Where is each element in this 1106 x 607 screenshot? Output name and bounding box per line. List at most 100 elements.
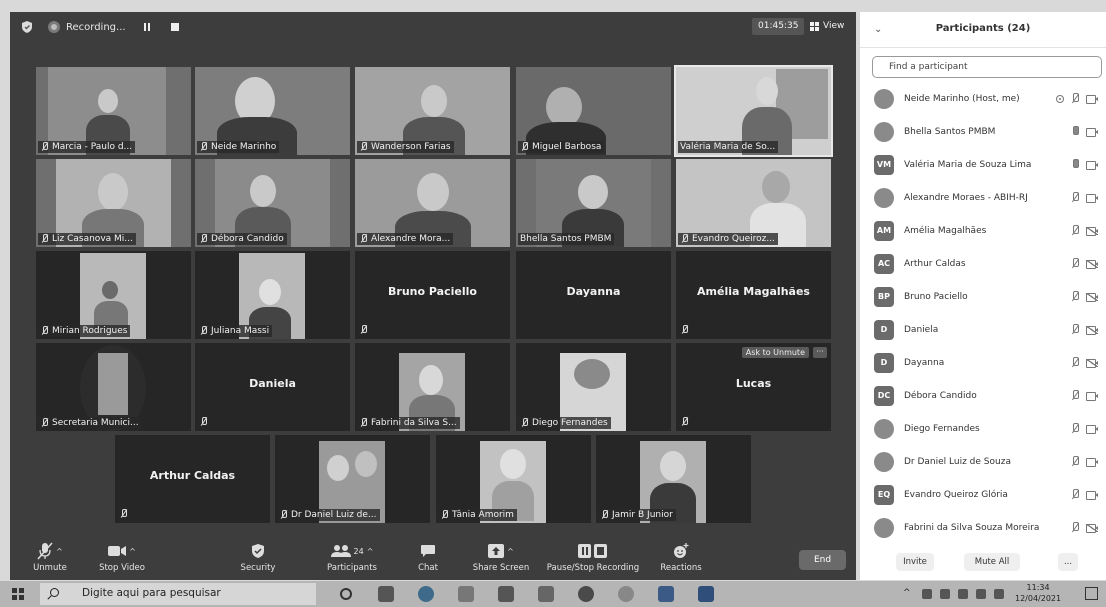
mic-icon[interactable] xyxy=(1070,126,1080,137)
participant-row[interactable]: EQ Evandro Queiroz Glória xyxy=(860,478,1106,511)
video-tile[interactable]: Juliana Massi xyxy=(195,251,350,339)
chrome-icon[interactable] xyxy=(618,586,634,602)
chevron-up-icon[interactable]: ^ xyxy=(56,547,63,556)
muted-mic-icon[interactable] xyxy=(1070,258,1080,269)
video-camera-icon[interactable] xyxy=(1086,490,1098,500)
video-tile[interactable]: Miguel Barbosa xyxy=(516,67,671,155)
store-icon[interactable] xyxy=(498,586,514,602)
muted-mic-icon[interactable] xyxy=(1070,93,1080,104)
participant-row[interactable]: AC Arthur Caldas xyxy=(860,247,1106,280)
video-off-icon[interactable] xyxy=(1086,226,1098,236)
video-tile[interactable]: Evandro Queiroz... xyxy=(676,159,831,247)
chevron-up-icon[interactable]: ^ xyxy=(367,547,374,556)
video-off-icon[interactable] xyxy=(1086,358,1098,368)
video-tile[interactable]: Débora Candido xyxy=(195,159,350,247)
share-screen-button[interactable]: ^ Share Screen xyxy=(466,540,536,580)
taskbar-search-box[interactable]: Digite aqui para pesquisar xyxy=(40,583,316,605)
video-tile[interactable]: Mirian Rodrigues xyxy=(36,251,191,339)
video-camera-icon[interactable] xyxy=(1086,391,1098,401)
name-only-tile[interactable]: Bruno Paciello xyxy=(355,251,510,339)
muted-mic-icon[interactable] xyxy=(1070,225,1080,236)
mic-icon[interactable] xyxy=(1070,159,1080,170)
name-only-tile[interactable]: Ask to Unmute ··· Lucas xyxy=(676,343,831,431)
task-view-icon[interactable] xyxy=(378,586,394,602)
battery-icon[interactable] xyxy=(976,589,986,599)
ask-to-unmute-button[interactable]: Ask to Unmute xyxy=(741,347,809,358)
cortana-icon[interactable] xyxy=(340,588,352,600)
video-tile[interactable]: Jamir B Junior xyxy=(596,435,751,523)
video-tile[interactable]: Fabrini da Silva S... xyxy=(355,343,510,431)
notification-center-icon[interactable] xyxy=(1085,587,1098,600)
chat-button[interactable]: Chat xyxy=(408,540,448,580)
participant-row[interactable]: AM Amélia Magalhães xyxy=(860,214,1106,247)
windows-start-icon[interactable] xyxy=(12,588,24,600)
participant-row[interactable]: VM Valéria Maria de Souza Lima xyxy=(860,148,1106,181)
participant-row[interactable]: D Daniela xyxy=(860,313,1106,346)
video-tile[interactable]: Alexandre Mora... xyxy=(355,159,510,247)
more-options-button[interactable]: ... xyxy=(1058,553,1078,571)
speaker-icon[interactable] xyxy=(994,589,1004,599)
muted-mic-icon[interactable] xyxy=(1070,423,1080,434)
invite-button[interactable]: Invite xyxy=(896,553,934,571)
word-icon[interactable] xyxy=(698,586,714,602)
edge-browser-icon[interactable] xyxy=(418,586,434,602)
muted-mic-icon[interactable] xyxy=(1070,456,1080,467)
video-tile[interactable]: Liz Casanova Mi... xyxy=(36,159,191,247)
network-icon[interactable] xyxy=(958,589,968,599)
video-camera-icon[interactable] xyxy=(1086,127,1098,137)
video-tile[interactable]: Bhella Santos PMBM xyxy=(516,159,671,247)
participant-row[interactable]: Fabrini da Silva Souza Moreira xyxy=(860,511,1106,544)
participant-search-input[interactable]: Find a participant xyxy=(872,56,1102,78)
system-clock[interactable]: 11:34 12/04/2021 xyxy=(1015,582,1061,604)
video-off-icon[interactable] xyxy=(1086,325,1098,335)
security-button[interactable]: Security xyxy=(235,540,281,580)
name-only-tile[interactable]: Arthur Caldas xyxy=(115,435,270,523)
muted-mic-icon[interactable] xyxy=(1070,291,1080,302)
participant-row[interactable]: Diego Fernandes xyxy=(860,412,1106,445)
pause-stop-recording-button[interactable]: Pause/Stop Recording xyxy=(544,540,642,580)
muted-mic-icon[interactable] xyxy=(1070,522,1080,533)
participant-row[interactable]: Dr Daniel Luiz de Souza xyxy=(860,445,1106,478)
video-camera-icon[interactable] xyxy=(1086,94,1098,104)
video-tile[interactable]: Diego Fernandes xyxy=(516,343,671,431)
chevron-up-icon[interactable]: ^ xyxy=(507,547,514,556)
participant-row[interactable]: DC Débora Candido xyxy=(860,379,1106,412)
muted-mic-icon[interactable] xyxy=(1070,390,1080,401)
mail-icon[interactable] xyxy=(458,586,474,602)
bluetooth-icon[interactable] xyxy=(940,589,950,599)
end-meeting-button[interactable]: End xyxy=(799,550,846,570)
name-only-tile[interactable]: Dayanna xyxy=(516,251,671,339)
zoom-app-icon[interactable] xyxy=(658,586,674,602)
mute-all-button[interactable]: Mute All xyxy=(964,553,1020,571)
participants-button[interactable]: 24 ^ Participants xyxy=(312,540,392,580)
muted-mic-icon[interactable] xyxy=(1070,324,1080,335)
muted-mic-icon[interactable] xyxy=(1070,357,1080,368)
video-camera-icon[interactable] xyxy=(1086,193,1098,203)
video-camera-icon[interactable] xyxy=(1086,424,1098,434)
participant-row[interactable]: Alexandre Moraes - ABIH-RJ xyxy=(860,181,1106,214)
participant-row[interactable]: D Dayanna xyxy=(860,346,1106,379)
video-tile[interactable]: Secretaria Munici... xyxy=(36,343,191,431)
video-off-icon[interactable] xyxy=(1086,259,1098,269)
tile-more-button[interactable]: ··· xyxy=(813,347,827,358)
muted-mic-icon[interactable] xyxy=(1070,192,1080,203)
chevron-up-icon[interactable]: ^ xyxy=(903,588,911,598)
chevron-up-icon[interactable]: ^ xyxy=(129,547,136,556)
stop-video-button[interactable]: ^ Stop Video xyxy=(92,540,152,580)
video-tile[interactable]: Wanderson Farias xyxy=(355,67,510,155)
video-tile[interactable]: Tânia Amorim xyxy=(436,435,591,523)
video-off-icon[interactable] xyxy=(1086,523,1098,533)
participant-row[interactable]: Neide Marinho (Host, me) xyxy=(860,82,1106,115)
participant-row[interactable]: BP Bruno Paciello xyxy=(860,280,1106,313)
video-tile[interactable]: Dr Daniel Luiz de... xyxy=(275,435,430,523)
name-only-tile[interactable]: Amélia Magalhães xyxy=(676,251,831,339)
name-only-tile[interactable]: Daniela xyxy=(195,343,350,431)
video-tile[interactable]: Neide Marinho xyxy=(195,67,350,155)
participant-row[interactable]: Bhella Santos PMBM xyxy=(860,115,1106,148)
video-tile-active-speaker[interactable]: Valéria Maria de So... xyxy=(674,65,833,157)
video-tile[interactable]: Marcia - Paulo d... xyxy=(36,67,191,155)
video-camera-icon[interactable] xyxy=(1086,457,1098,467)
firefox-icon[interactable] xyxy=(578,586,594,602)
onedrive-icon[interactable] xyxy=(922,589,932,599)
video-off-icon[interactable] xyxy=(1086,292,1098,302)
